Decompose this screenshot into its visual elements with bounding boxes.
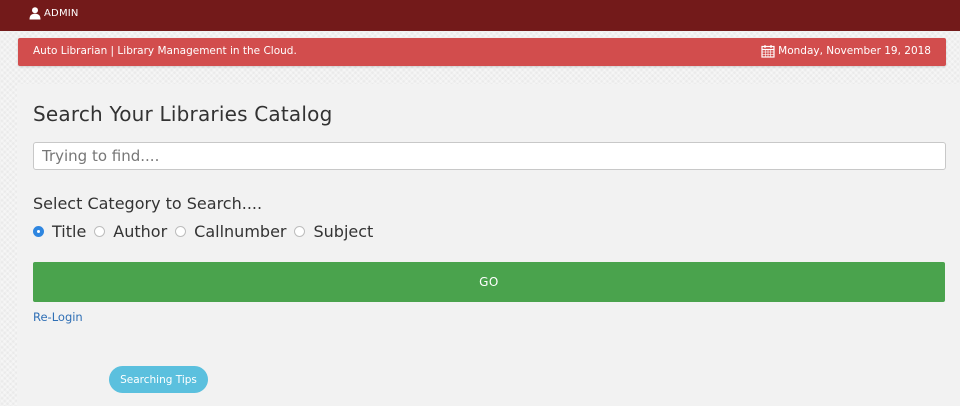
radio-subject-dot[interactable] — [294, 226, 306, 237]
searching-tips-button[interactable]: Searching Tips — [109, 366, 208, 393]
radio-subject[interactable]: Subject — [294, 222, 373, 241]
category-label: Select Category to Search.... — [33, 194, 263, 213]
app-banner: Auto Librarian | Library Management in t… — [18, 38, 946, 66]
radio-author-dot[interactable] — [94, 226, 106, 237]
radio-title[interactable]: Title — [33, 222, 86, 241]
radio-callnumber[interactable]: Callnumber — [175, 222, 286, 241]
date-text: Monday, November 19, 2018 — [778, 45, 931, 57]
app-tagline: Auto Librarian | Library Management in t… — [33, 45, 297, 57]
category-radio-group: Title Author Callnumber Subject — [33, 222, 381, 241]
search-panel: Search Your Libraries Catalog Select Cat… — [17, 84, 960, 406]
relogin-link[interactable]: Re-Login — [33, 310, 83, 324]
search-input[interactable] — [33, 142, 946, 170]
calendar-icon — [761, 45, 775, 58]
radio-subject-label: Subject — [313, 222, 374, 241]
radio-author-label: Author — [113, 222, 168, 241]
radio-callnumber-dot[interactable] — [175, 226, 187, 237]
top-navbar: ADMIN — [0, 0, 960, 31]
radio-callnumber-label: Callnumber — [194, 222, 287, 241]
radio-title-dot[interactable] — [33, 226, 44, 237]
radio-author[interactable]: Author — [94, 222, 167, 241]
user-icon — [29, 7, 41, 20]
radio-title-label: Title — [52, 222, 87, 241]
user-label: ADMIN — [44, 8, 79, 19]
go-button[interactable]: GO — [33, 262, 945, 302]
page-title: Search Your Libraries Catalog — [33, 102, 333, 126]
user-menu[interactable]: ADMIN — [29, 7, 79, 20]
current-date: Monday, November 19, 2018 — [761, 44, 931, 58]
